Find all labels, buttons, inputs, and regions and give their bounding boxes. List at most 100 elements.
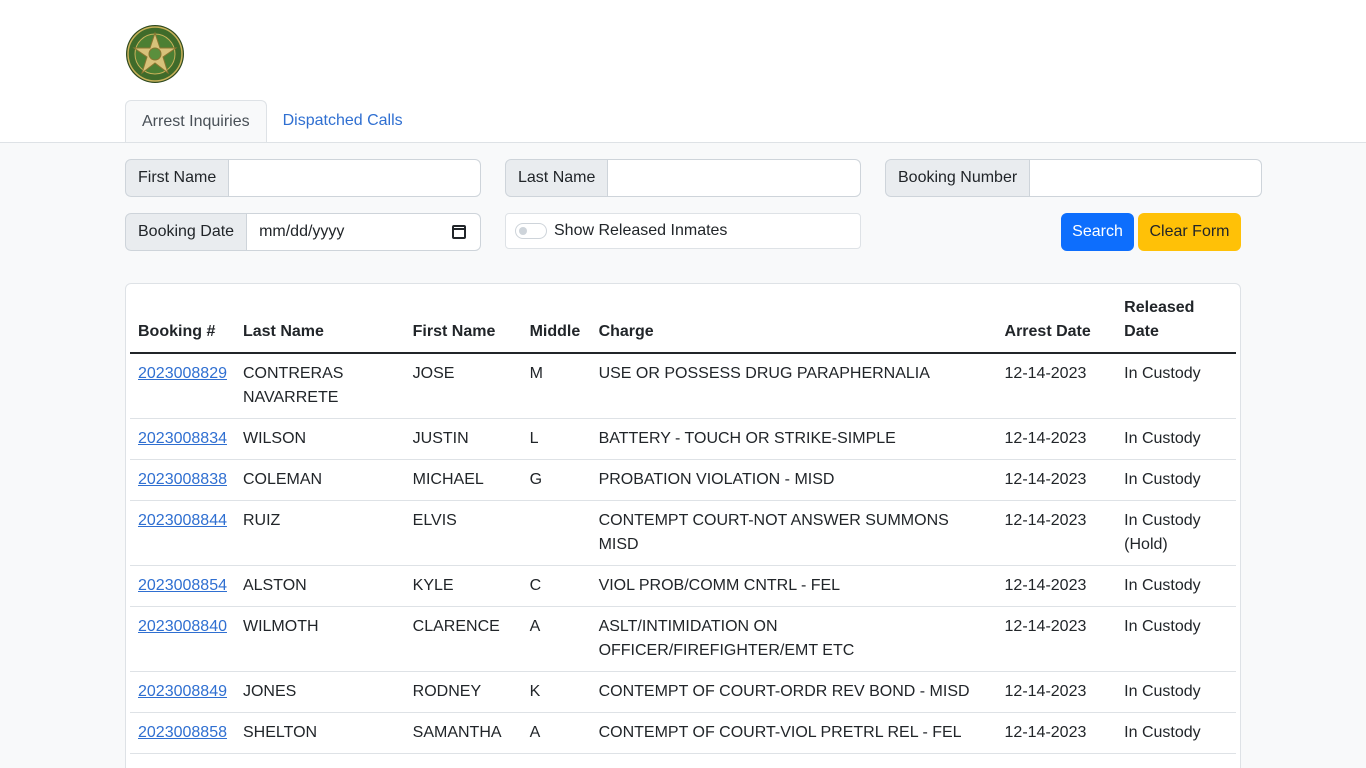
first-name-cell: MICHAEL: [404, 459, 522, 501]
first-name-cell: ELVIS: [404, 500, 522, 566]
table-row: 2023008840 WILMOTH CLARENCE A ASLT/INTIMIDAT…: [130, 606, 1236, 672]
charge-cell: CONTEMPT OF COURT-ORDR REV BOND - MISD: [590, 671, 997, 713]
table-row: 2023008858 SHELTON SAMANTHA A CONTEMPT OF CO…: [130, 712, 1236, 754]
middle-cell: A: [521, 606, 591, 672]
released-date-cell: In Custody: [1116, 565, 1236, 607]
booking-number-link[interactable]: 2023008854: [138, 577, 227, 594]
first-name-cell: JUSTIN: [404, 418, 522, 460]
middle-cell: M: [521, 353, 591, 419]
results-card: Booking # Last Name First Name Middle Ch…: [125, 283, 1241, 768]
arrest-date-cell: 12-14-2023: [996, 353, 1117, 419]
booking-number-cell: 2023008838: [130, 459, 235, 501]
released-date-cell: In Custody (Hold): [1116, 500, 1236, 566]
booking-number-cell: 2023008858: [130, 712, 235, 754]
table-row: 2023008829 CONTRERAS NAVARRETE JOSE M USE OR…: [130, 353, 1236, 419]
arrest-date-cell: 12-14-2023: [996, 712, 1117, 754]
first-name-cell: JOSE: [404, 353, 522, 419]
booking-number-link[interactable]: 2023008834: [138, 430, 227, 447]
table-header-row: Booking # Last Name First Name Middle Ch…: [130, 296, 1236, 354]
sheriff-badge-logo: [126, 25, 184, 83]
col-released-date: Released Date: [1116, 296, 1236, 354]
booking-number-cell: 2023008829: [130, 353, 235, 419]
page-header: Arrest Inquiries Dispatched Calls: [0, 0, 1366, 143]
booking-number-link[interactable]: 2023008840: [138, 618, 227, 635]
calendar-icon[interactable]: [452, 225, 466, 239]
arrest-date-cell: 12-14-2023: [996, 500, 1117, 566]
charge-cell: ASLT/INTIMIDATION ON OFFICER/FIREFIGHTER…: [590, 606, 997, 672]
col-charge: Charge: [590, 296, 997, 354]
arrest-date-cell: 12-14-2023: [996, 459, 1117, 501]
table-row: 2023008849 JONES RODNEY K CONTEMPT OF COURT-…: [130, 671, 1236, 713]
booking-number-group: Booking Number: [885, 159, 1263, 197]
col-last-name: Last Name: [234, 296, 405, 354]
tab-dispatched-calls[interactable]: Dispatched Calls: [267, 100, 419, 143]
first-name-group: First Name: [125, 159, 481, 197]
first-name-cell: SAMANTHA: [404, 712, 522, 754]
booking-number-cell: 2023008844: [130, 500, 235, 566]
last-name-cell: CONTRERAS NAVARRETE: [234, 353, 405, 419]
show-released-toggle[interactable]: [515, 223, 547, 239]
show-released-group: Show Released Inmates: [505, 213, 861, 249]
middle-cell: C: [521, 565, 591, 607]
booking-number-cell: 2023008834: [130, 418, 235, 460]
booking-date-input[interactable]: mm/dd/yyyy: [247, 213, 481, 251]
booking-number-cell: 2023008854: [130, 565, 235, 607]
last-name-label: Last Name: [505, 159, 609, 197]
booking-date-label: Booking Date: [125, 213, 248, 251]
last-name-cell: SHELTON: [234, 712, 405, 754]
released-date-cell: In Custody: [1116, 712, 1236, 754]
first-name-input[interactable]: [229, 159, 481, 197]
booking-number-link[interactable]: 2023008858: [138, 724, 227, 741]
arrests-table: Booking # Last Name First Name Middle Ch…: [130, 296, 1236, 754]
col-first-name: First Name: [404, 296, 522, 354]
charge-cell: CONTEMPT COURT-NOT ANSWER SUMMONS MISD: [590, 500, 997, 566]
booking-date-group: Booking Date mm/dd/yyyy: [125, 213, 481, 251]
arrest-date-cell: 12-14-2023: [996, 565, 1117, 607]
booking-number-link[interactable]: 2023008838: [138, 471, 227, 488]
booking-date-placeholder: mm/dd/yyyy: [259, 223, 345, 240]
booking-number-input[interactable]: [1030, 159, 1263, 197]
clear-form-button[interactable]: Clear Form: [1138, 213, 1241, 251]
table-row: 2023008838 COLEMAN MICHAEL G PROBATION VIOLA…: [130, 459, 1236, 501]
first-name-cell: CLARENCE: [404, 606, 522, 672]
last-name-cell: WILSON: [234, 418, 405, 460]
last-name-cell: ALSTON: [234, 565, 405, 607]
booking-number-label: Booking Number: [885, 159, 1031, 197]
booking-number-link[interactable]: 2023008849: [138, 683, 227, 700]
middle-cell: L: [521, 418, 591, 460]
last-name-group: Last Name: [505, 159, 861, 197]
col-booking-number: Booking #: [130, 296, 235, 354]
charge-cell: CONTEMPT OF COURT-VIOL PRETRL REL - FEL: [590, 712, 997, 754]
last-name-cell: RUIZ: [234, 500, 405, 566]
middle-cell: K: [521, 671, 591, 713]
arrest-date-cell: 12-14-2023: [996, 418, 1117, 460]
last-name-input[interactable]: [608, 159, 861, 197]
released-date-cell: In Custody: [1116, 353, 1236, 419]
col-middle: Middle: [521, 296, 591, 354]
tab-divider: [125, 142, 1241, 143]
last-name-cell: COLEMAN: [234, 459, 405, 501]
charge-cell: PROBATION VIOLATION - MISD: [590, 459, 997, 501]
booking-number-link[interactable]: 2023008829: [138, 365, 227, 382]
charge-cell: USE OR POSSESS DRUG PARAPHERNALIA: [590, 353, 997, 419]
first-name-cell: RODNEY: [404, 671, 522, 713]
booking-number-cell: 2023008840: [130, 606, 235, 672]
middle-cell: [521, 500, 591, 566]
show-released-label[interactable]: Show Released Inmates: [554, 214, 727, 248]
col-arrest-date: Arrest Date: [996, 296, 1117, 354]
middle-cell: G: [521, 459, 591, 501]
booking-number-cell: 2023008849: [130, 671, 235, 713]
released-date-cell: In Custody: [1116, 606, 1236, 672]
arrest-date-cell: 12-14-2023: [996, 606, 1117, 672]
last-name-cell: JONES: [234, 671, 405, 713]
search-button[interactable]: Search: [1061, 213, 1134, 251]
released-date-cell: In Custody: [1116, 671, 1236, 713]
table-row: 2023008854 ALSTON KYLE C VIOL PROB/COMM CNTR…: [130, 565, 1236, 607]
tab-bar: Arrest Inquiries Dispatched Calls: [125, 100, 419, 143]
table-row: 2023008834 WILSON JUSTIN L BATTERY - TOUCH O…: [130, 418, 1236, 460]
first-name-label: First Name: [125, 159, 230, 197]
tab-arrest-inquiries[interactable]: Arrest Inquiries: [125, 100, 267, 143]
released-date-cell: In Custody: [1116, 418, 1236, 460]
arrest-date-cell: 12-14-2023: [996, 671, 1117, 713]
booking-number-link[interactable]: 2023008844: [138, 512, 227, 529]
